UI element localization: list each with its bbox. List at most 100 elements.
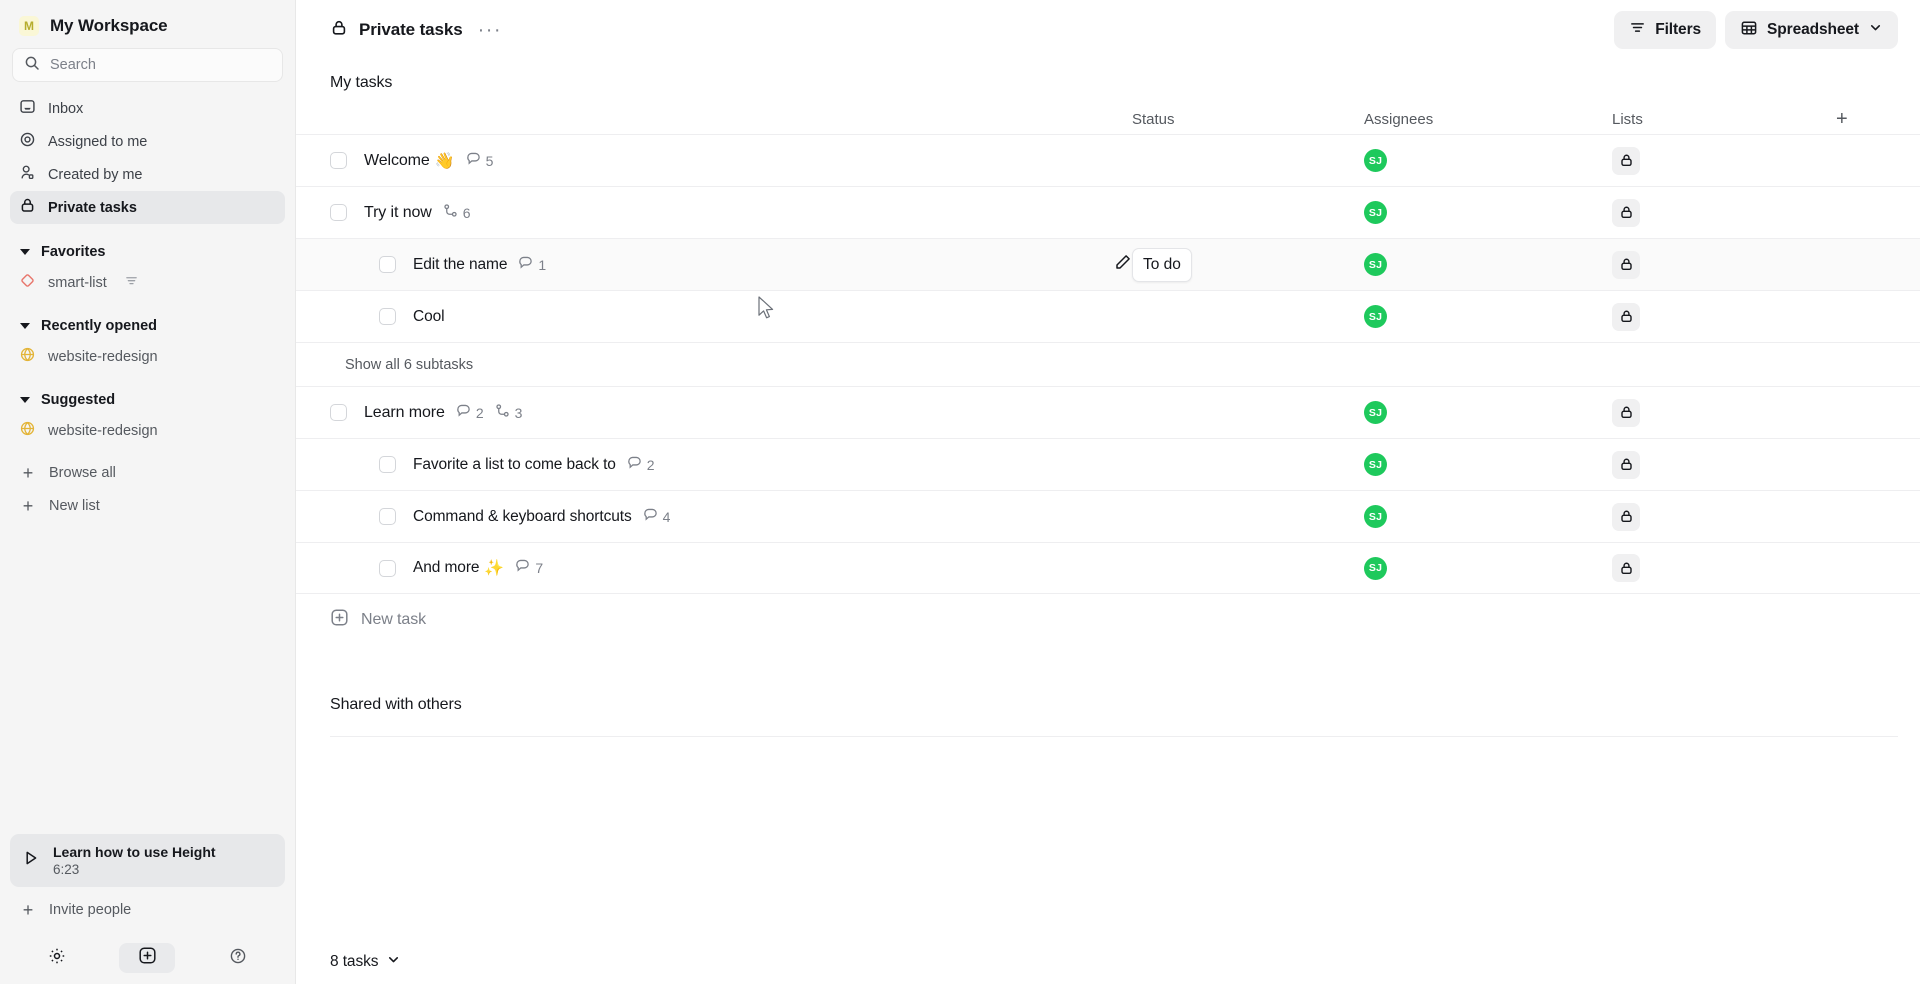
task-lists-cell[interactable] [1612, 450, 1836, 479]
section-title: Suggested [41, 392, 116, 408]
chevron-down-icon [1868, 20, 1883, 40]
task-lists-cell[interactable] [1612, 302, 1836, 331]
task-assignee-cell[interactable]: SJ [1364, 149, 1612, 172]
subtask-icon [443, 203, 458, 223]
task-count-label[interactable]: 8 tasks [330, 953, 379, 971]
more-options-button[interactable]: ··· [474, 20, 506, 40]
task-assignee-cell[interactable]: SJ [1364, 505, 1612, 528]
chevron-down-icon [20, 323, 30, 329]
browse-all-button[interactable]: + Browse all [10, 456, 285, 489]
chevron-down-icon[interactable] [386, 952, 401, 972]
task-lists-cell[interactable] [1612, 198, 1836, 227]
task-name-cell: Edit the name 1 [330, 255, 1132, 275]
comment-icon [518, 255, 533, 275]
plus-box-icon [138, 946, 157, 970]
task-assignee-cell[interactable]: SJ [1364, 201, 1612, 224]
filters-button[interactable]: Filters [1614, 11, 1717, 49]
view-switcher-button[interactable]: Spreadsheet [1725, 11, 1898, 49]
search-input[interactable]: Search [12, 48, 283, 82]
sidebar-item-inbox[interactable]: Inbox [10, 92, 285, 125]
subtask-count: 3 [495, 403, 522, 423]
table-header: Status Assignees Lists + [296, 104, 1920, 134]
task-checkbox[interactable] [330, 204, 347, 221]
task-status-cell[interactable]: To do [1132, 247, 1364, 282]
sidebar-footer [0, 932, 295, 984]
task-lists-cell[interactable] [1612, 554, 1836, 582]
table-row[interactable]: Try it now 6 SJ [296, 186, 1920, 238]
task-assignee-cell[interactable]: SJ [1364, 253, 1612, 276]
task-checkbox[interactable] [330, 152, 347, 169]
search-placeholder: Search [50, 57, 96, 73]
new-task-button[interactable]: New task [296, 594, 1920, 646]
task-assignee-cell[interactable]: SJ [1364, 453, 1612, 476]
task-checkbox[interactable] [379, 256, 396, 273]
sidebar-item-assigned-to-me[interactable]: Assigned to me [10, 125, 285, 158]
task-title: Cool [413, 307, 445, 325]
sidebar-list-website-redesign-recent[interactable]: website-redesign [10, 341, 285, 372]
task-lists-cell[interactable] [1612, 250, 1836, 279]
learn-how-to-use-height-card[interactable]: Learn how to use Height 6:23 [10, 833, 285, 887]
new-list-button[interactable]: + New list [10, 489, 285, 522]
settings-button[interactable] [37, 943, 77, 973]
task-lists-cell[interactable] [1612, 146, 1836, 175]
table-row[interactable]: Welcome 👋 5 SJ [296, 134, 1920, 186]
comment-count-value: 4 [662, 508, 671, 525]
new-item-button[interactable] [119, 943, 176, 973]
page-title: Private tasks [359, 20, 463, 39]
task-assignee-cell[interactable]: SJ [1364, 305, 1612, 328]
column-header-status[interactable]: Status [1132, 111, 1364, 128]
search-icon [24, 55, 40, 76]
edit-pencil-icon[interactable] [1114, 253, 1132, 276]
sidebar-item-private-tasks[interactable]: Private tasks [10, 191, 285, 224]
task-name-cell: Favorite a list to come back to 2 [330, 455, 1132, 475]
task-checkbox[interactable] [379, 508, 396, 525]
table-row-selected[interactable]: Edit the name 1 To do SJ [296, 238, 1920, 290]
help-button[interactable] [218, 943, 258, 973]
sidebar-item-created-by-me[interactable]: Created by me [10, 158, 285, 191]
task-assignee-cell[interactable]: SJ [1364, 401, 1612, 424]
section-suggested[interactable]: Suggested [0, 385, 295, 415]
inbox-icon [19, 98, 36, 120]
lock-icon [1612, 302, 1640, 331]
task-emoji: ✨ [484, 560, 505, 577]
table-row[interactable]: Learn more 2 3 SJ [296, 386, 1920, 438]
lock-icon [1612, 502, 1640, 531]
task-checkbox[interactable] [379, 456, 396, 473]
invite-people-button[interactable]: + Invite people [10, 893, 285, 926]
section-recently-opened[interactable]: Recently opened [0, 311, 295, 341]
section-favorites[interactable]: Favorites [0, 237, 295, 267]
comment-count-value: 2 [475, 404, 484, 421]
task-checkbox[interactable] [330, 404, 347, 421]
section-shared-with-others: Shared with others [296, 646, 1920, 714]
task-lists-cell[interactable] [1612, 502, 1836, 531]
comment-count-value: 7 [535, 560, 544, 576]
add-column-button[interactable]: + [1836, 109, 1898, 129]
task-lists-cell[interactable] [1612, 398, 1836, 427]
task-checkbox[interactable] [379, 308, 396, 325]
sidebar-list-smart-list[interactable]: smart-list [10, 267, 285, 298]
table-row[interactable]: Command & keyboard shortcuts 4 SJ [296, 490, 1920, 542]
column-header-lists[interactable]: Lists [1612, 111, 1836, 128]
sidebar-item-label: Assigned to me [48, 133, 148, 150]
comment-icon [515, 558, 530, 578]
table-row[interactable]: Cool SJ [296, 290, 1920, 342]
section-title: My tasks [330, 74, 393, 91]
status-editor: To do [1132, 247, 1192, 282]
sidebar-list-label: website-redesign [48, 422, 158, 439]
task-checkbox[interactable] [379, 559, 396, 577]
workspace-header[interactable]: M My Workspace [0, 0, 295, 46]
task-name-cell: Command & keyboard shortcuts 4 [330, 507, 1132, 527]
topbar-actions: Filters Spreadsheet [1614, 11, 1898, 49]
comment-count-value: 1 [538, 256, 547, 273]
show-all-subtasks-row[interactable]: Show all 6 subtasks [296, 342, 1920, 386]
workspace-name: My Workspace [50, 16, 168, 35]
table-row[interactable]: And more ✨ 7 SJ [296, 542, 1920, 594]
question-icon [229, 947, 247, 970]
comment-count: 2 [627, 455, 655, 475]
column-header-assignees[interactable]: Assignees [1364, 111, 1612, 128]
sidebar-list-website-redesign-suggested[interactable]: website-redesign [10, 415, 285, 446]
table-row[interactable]: Favorite a list to come back to 2 SJ [296, 438, 1920, 490]
task-assignee-cell[interactable]: SJ [1364, 556, 1612, 580]
section-my-tasks: My tasks [296, 60, 1920, 104]
